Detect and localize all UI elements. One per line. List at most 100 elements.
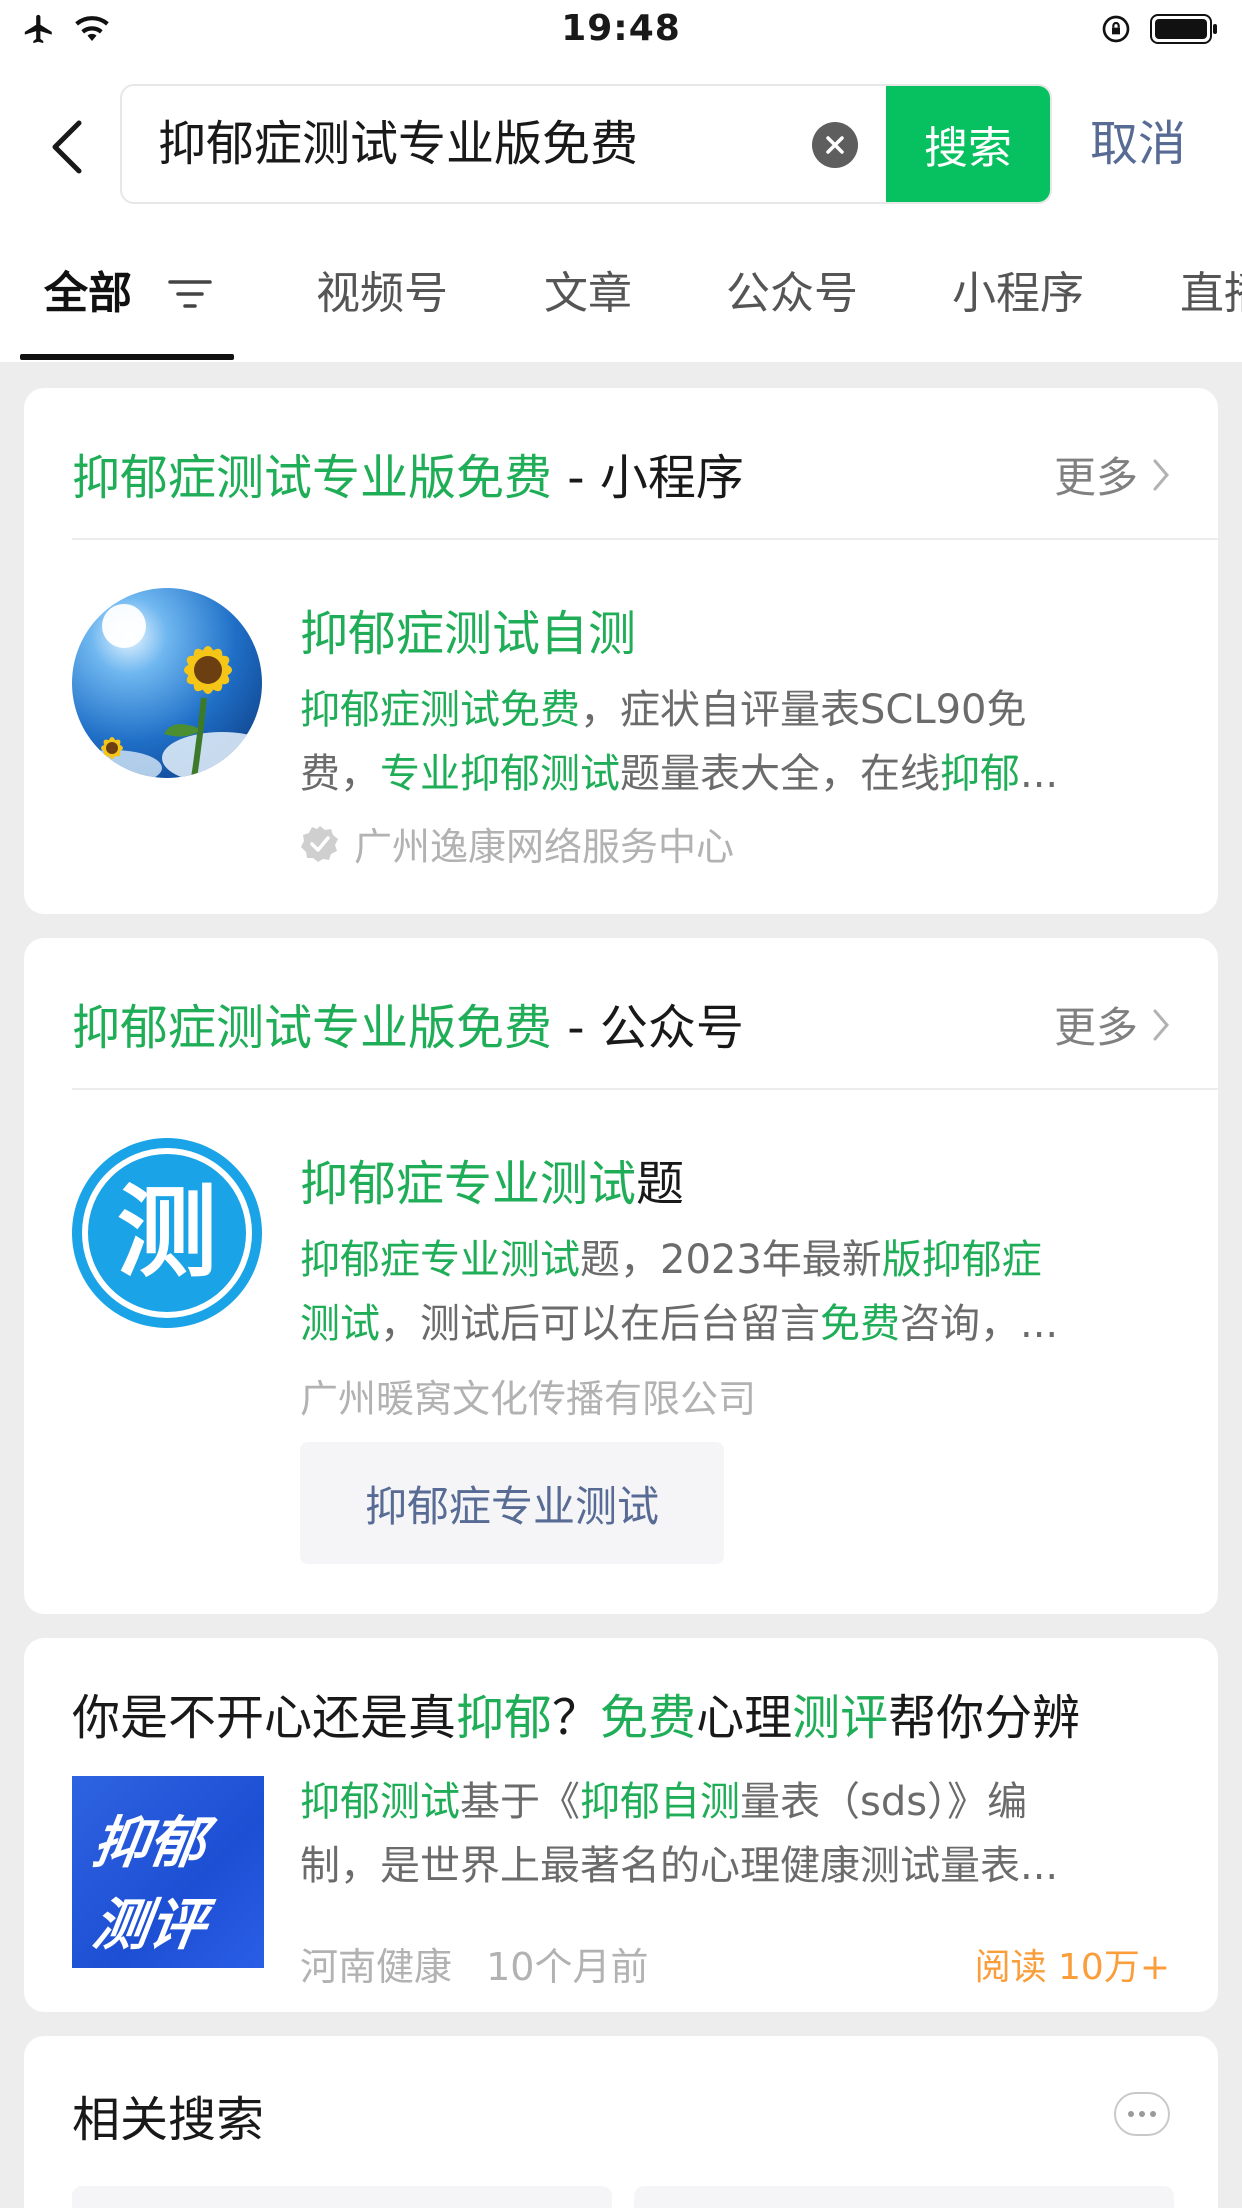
article-card[interactable]: 你是不开心还是真抑郁？免费心理测评帮你分辨 抑郁 测评 抑郁测试基于《抑郁自测量… xyxy=(24,1638,1218,2012)
desc-segment: ... xyxy=(1020,751,1059,797)
article-thumbnail[interactable]: 抑郁 测评 xyxy=(72,1776,264,1968)
avatar-char: 测 xyxy=(117,1174,217,1291)
official-account-section-title: 抑郁症测试专业版免费 - 公众号 xyxy=(72,988,744,1058)
title-segment: 免费 xyxy=(600,1690,697,1746)
miniprogram-more-link[interactable]: 更多 xyxy=(1054,444,1170,505)
desc-segment: 专业抑郁测试 xyxy=(380,751,620,797)
desc-segment: 抑郁自测 xyxy=(580,1779,740,1825)
desc-segment: 免费 xyxy=(820,1301,900,1347)
article-desc: 抑郁测试基于《抑郁自测量表（sds）》编 制，是世界上最著名的心理健康测试量表.… xyxy=(300,1770,1180,1898)
tab-official-accounts[interactable]: 公众号 xyxy=(726,232,858,356)
desc-segment: 基于《 xyxy=(460,1779,580,1825)
article-meta: 河南健康 10个月前 xyxy=(300,1936,648,1991)
section-keyword: 抑郁症测试专业版免费 xyxy=(72,1000,553,1056)
miniprogram-card: 抑郁症测试专业版免费 - 小程序 更多 抑郁症测试自测 抑郁症测试免费，症状自评… xyxy=(24,388,1218,914)
title-segment: 题 xyxy=(636,1156,685,1212)
article-desc-line2: 制，是世界上最著名的心理健康测试量表... xyxy=(300,1834,1180,1898)
official-account-avatar[interactable]: 测 xyxy=(72,1138,262,1328)
desc-segment: 制，是世界上最著名的心理健康测试量表... xyxy=(300,1843,1059,1889)
desc-segment: 费， xyxy=(300,751,380,797)
tab-articles[interactable]: 文章 xyxy=(544,232,632,356)
desc-segment: 测试 xyxy=(300,1301,380,1347)
status-right xyxy=(1100,12,1220,46)
thumb-text-line1: 抑郁 xyxy=(88,1811,210,1876)
more-options-button[interactable] xyxy=(1114,2092,1170,2136)
clear-search-button[interactable] xyxy=(812,122,858,168)
related-search-card: 相关搜索 xyxy=(24,2036,1218,2208)
official-account-more-link[interactable]: 更多 xyxy=(1054,994,1170,1055)
article-source: 河南健康 xyxy=(300,1945,453,1989)
miniprogram-section-title: 抑郁症测试专业版免费 - 小程序 xyxy=(72,438,744,508)
desc-segment: 抑郁 xyxy=(940,751,1020,797)
related-search-item[interactable] xyxy=(72,2186,612,2208)
tab-live[interactable]: 直播 xyxy=(1180,232,1242,356)
battery-icon xyxy=(1150,14,1217,44)
title-segment: 抑郁症专业测试 xyxy=(300,1156,637,1212)
official-account-menu-chip[interactable]: 抑郁症专业测试 xyxy=(300,1442,724,1564)
section-suffix: - 小程序 xyxy=(552,450,744,506)
related-search-title: 相关搜索 xyxy=(72,2092,265,2148)
back-button[interactable] xyxy=(36,112,96,182)
filter-icon[interactable] xyxy=(168,272,212,316)
status-time: 19:48 xyxy=(561,8,681,49)
search-input[interactable]: 抑郁症测试专业版免费 xyxy=(158,86,638,202)
more-label: 更多 xyxy=(1053,453,1138,502)
title-segment: 心理 xyxy=(696,1690,793,1746)
miniprogram-avatar[interactable] xyxy=(72,588,262,778)
desc-segment: 抑郁症测试免费 xyxy=(300,687,580,733)
orientation-lock-icon xyxy=(1102,15,1130,43)
desc-segment: 题量表大全，在线 xyxy=(620,751,940,797)
search-button[interactable]: 搜索 xyxy=(886,86,1050,202)
miniprogram-name[interactable]: 抑郁症测试自测 xyxy=(300,594,636,664)
verified-badge-icon xyxy=(301,825,338,862)
desc-segment: ，症状自评量表SCL90免 xyxy=(580,687,1027,733)
article-desc-line1: 抑郁测试基于《抑郁自测量表（sds）》编 xyxy=(300,1770,1180,1834)
search-header: 抑郁症测试专业版免费 搜索 取消 xyxy=(0,62,1242,232)
chevron-right-icon xyxy=(1153,459,1169,490)
tab-channels[interactable]: 视频号 xyxy=(316,232,448,356)
chevron-left-icon xyxy=(52,120,82,174)
title-segment: ？ xyxy=(552,1690,601,1746)
miniprogram-desc-line1: 抑郁症测试免费，症状自评量表SCL90免 xyxy=(300,678,1180,742)
article-read-count: 阅读 10万+ xyxy=(974,1947,1170,1988)
desc-segment: 量表（sds）》编 xyxy=(740,1779,1028,1825)
close-icon xyxy=(826,136,844,154)
official-account-desc-line1: 抑郁症专业测试题，2023年最新版抑郁症 xyxy=(300,1228,1180,1292)
search-box[interactable]: 抑郁症测试专业版免费 搜索 xyxy=(120,84,1052,204)
related-search-item[interactable] xyxy=(634,2186,1174,2208)
tab-all[interactable]: 全部 xyxy=(44,232,132,356)
miniprogram-desc-line2: 费，专业抑郁测试题量表大全，在线抑郁... xyxy=(300,742,1180,806)
thumb-text-line2: 测评 xyxy=(88,1893,210,1958)
desc-segment: 抑郁测试 xyxy=(300,1779,460,1825)
article-title[interactable]: 你是不开心还是真抑郁？免费心理测评帮你分辨 xyxy=(72,1678,1080,1748)
official-account-desc-line2: 测试，测试后可以在后台留言免费咨询，... xyxy=(300,1292,1180,1356)
title-segment: 帮你分辨 xyxy=(888,1690,1081,1746)
chevron-right-icon xyxy=(1153,1009,1169,1040)
avatar-ring: 测 xyxy=(82,1148,252,1318)
title-segment: 测评 xyxy=(792,1690,889,1746)
sunflower-image xyxy=(72,588,262,778)
desc-segment: 题，2023年最新 xyxy=(580,1237,882,1283)
ellipsis-icon xyxy=(1128,2111,1156,2117)
status-bar: 19:48 xyxy=(0,0,1242,62)
tab-mini-programs[interactable]: 小程序 xyxy=(952,232,1084,356)
miniprogram-developer: 广州逸康网络服务中心 xyxy=(300,816,734,871)
section-divider xyxy=(72,538,1218,540)
title-segment: 你是不开心还是真 xyxy=(72,1690,457,1746)
desc-segment: 咨询，... xyxy=(900,1301,1059,1347)
desc-segment: ，测试后可以在后台留言 xyxy=(380,1301,820,1347)
official-account-name[interactable]: 抑郁症专业测试题 xyxy=(300,1144,684,1214)
section-divider xyxy=(72,1088,1218,1090)
more-label: 更多 xyxy=(1053,1003,1138,1052)
official-account-card: 抑郁症测试专业版免费 - 公众号 更多 测 抑郁症专业测试题 抑郁症专业测试题，… xyxy=(24,938,1218,1614)
developer-name: 广州逸康网络服务中心 xyxy=(354,825,735,869)
title-segment: 抑郁 xyxy=(456,1690,553,1746)
tab-active-indicator xyxy=(20,354,234,360)
cancel-button[interactable]: 取消 xyxy=(1090,84,1186,204)
section-keyword: 抑郁症测试专业版免费 xyxy=(72,450,553,506)
official-account-company: 广州暖窝文化传播有限公司 xyxy=(300,1377,757,1421)
tab-bar: 全部 视频号 文章 公众号 小程序 直播 xyxy=(0,232,1242,362)
article-time: 10个月前 xyxy=(486,1945,649,1989)
section-suffix: - 公众号 xyxy=(552,1000,744,1056)
desc-segment: 版抑郁症 xyxy=(881,1237,1042,1283)
